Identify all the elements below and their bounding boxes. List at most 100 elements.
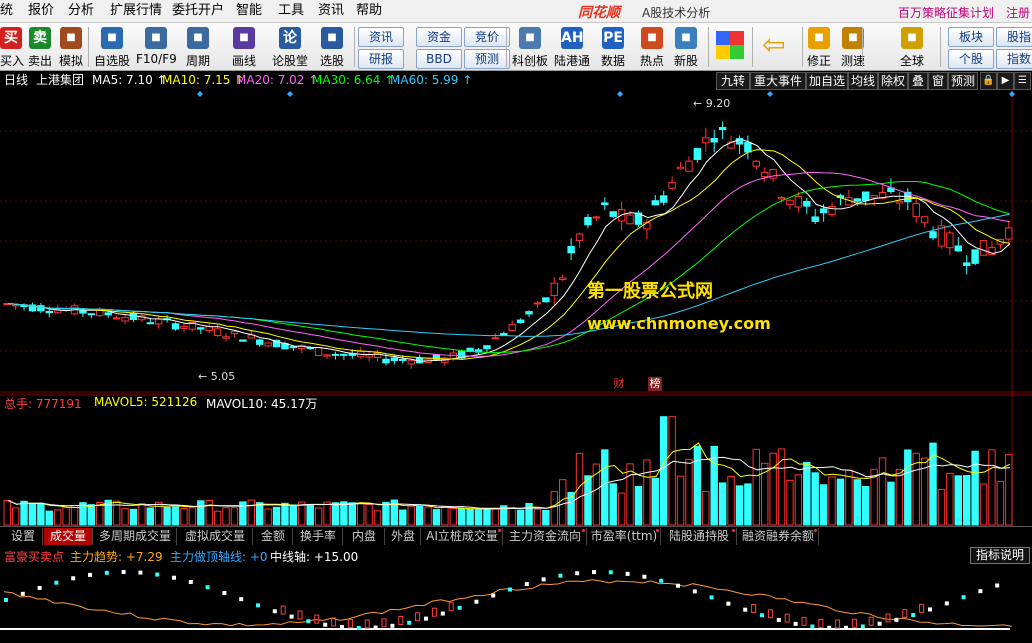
menu-6[interactable]: 工具 <box>278 3 304 19</box>
signal-dot <box>726 601 731 606</box>
toolbar-7-button[interactable]: 论论股堂 <box>270 23 310 70</box>
candle-body <box>197 327 205 330</box>
volume-bar <box>129 508 138 526</box>
quick-button-5[interactable]: 预测 <box>464 49 510 69</box>
tab-10[interactable]: 市盈率(ttm) <box>588 528 661 545</box>
promo-link[interactable]: 百万策略征集计划 <box>898 4 994 21</box>
quick-button-1[interactable]: 资金 <box>416 27 462 47</box>
quick-button-9[interactable]: 指数 <box>996 49 1032 69</box>
menu-4[interactable]: 委托开户 <box>172 3 224 19</box>
menu-5[interactable]: 智能 <box>236 3 262 19</box>
quick-button-2[interactable]: 竞价 <box>464 27 510 47</box>
layout-grid-icon[interactable] <box>716 31 744 59</box>
menu-7[interactable]: 资讯 <box>318 3 344 19</box>
candle-body <box>222 336 230 339</box>
toolbar-1-button[interactable]: 卖卖出 <box>26 23 54 70</box>
signal-dot <box>877 621 882 626</box>
tab-1[interactable]: 成交量 <box>44 528 93 545</box>
volume-bar <box>213 510 222 526</box>
tab-0[interactable]: 设置 <box>4 528 43 545</box>
candle-body <box>171 323 180 330</box>
menu-2[interactable]: 分析 <box>68 3 94 19</box>
chart-button-6[interactable]: 窗 <box>928 72 948 90</box>
toolbar-9-button[interactable]: ■ 科创板 <box>510 23 550 70</box>
clock-icon: ■ <box>187 27 209 49</box>
menu-8[interactable]: 帮助 <box>356 3 382 19</box>
menu-icon[interactable]: ☰ <box>1014 72 1031 90</box>
tab-12[interactable]: 融资融券余额 <box>738 528 819 545</box>
chart-button-7[interactable]: 预测 <box>948 72 978 90</box>
tab-6[interactable]: 内盘 <box>344 528 385 545</box>
rank-tag[interactable]: 榜 <box>648 377 662 391</box>
toolbar-0-button[interactable]: 买买入 <box>0 23 24 70</box>
lock-icon[interactable]: 🔒 <box>980 72 997 90</box>
toolbar-14-button[interactable]: ■ 修正 <box>806 23 832 70</box>
tab-7[interactable]: 外盘 <box>386 528 421 545</box>
tab-4[interactable]: 金额 <box>254 528 293 545</box>
toolbar-4-button[interactable]: ■ F10/F9 <box>136 23 177 70</box>
tab-9[interactable]: 主力资金流向 <box>504 528 587 545</box>
tab-8[interactable]: AI立桩成交量 <box>422 528 503 545</box>
chart-button-1[interactable]: 重大事件 <box>750 72 806 90</box>
event-marker-icon <box>1009 91 1015 97</box>
buy-signal-bar <box>851 618 857 628</box>
volume-bar <box>121 508 129 526</box>
quick-button-6[interactable]: 板块 <box>948 27 994 47</box>
toolbar-3-button[interactable]: ■ 自选股 <box>92 23 132 70</box>
tab-2[interactable]: 多周期成交量 <box>94 528 177 545</box>
toolbar-15-button[interactable]: ■ 测速 <box>836 23 870 70</box>
toolbar-16-button[interactable]: ■ 全球 <box>896 23 928 70</box>
volume-bar <box>3 499 11 526</box>
toolbar-12-button[interactable]: ■ 热点 <box>636 23 668 70</box>
toolbar-13-button[interactable]: ■ 新股 <box>670 23 702 70</box>
register-link[interactable]: 注册 <box>1006 4 1030 21</box>
chart-button-4[interactable]: 除权 <box>878 72 908 90</box>
toolbar-6-button[interactable]: ■ 画线 <box>224 23 264 70</box>
volume-bar <box>609 483 617 526</box>
volume-bar <box>516 509 525 526</box>
candle-body <box>870 195 878 199</box>
tab-3[interactable]: 虚拟成交量 <box>178 528 253 545</box>
toolbar-11-button[interactable]: PE 数据 <box>594 23 632 70</box>
toolbar-2-button[interactable]: ■ 模拟 <box>56 23 86 70</box>
chart-button-5[interactable]: 叠 <box>908 72 928 90</box>
menu-1[interactable]: 报价 <box>28 3 54 19</box>
chart-button-0[interactable]: 九转 <box>716 72 750 90</box>
period-label[interactable]: 日线 <box>4 73 28 87</box>
back-arrow-icon[interactable]: ⇦ <box>762 31 792 59</box>
quick-button-3[interactable]: 研报 <box>358 49 404 69</box>
chart-button-3[interactable]: 均线 <box>848 72 878 90</box>
toolbar-5-button[interactable]: ■ 周期 <box>180 23 216 70</box>
signal-dot <box>440 611 445 616</box>
chart-icon: ■ <box>519 27 541 49</box>
chart-button-2[interactable]: 加自选 <box>806 72 848 90</box>
candle-body <box>559 277 567 280</box>
candle-body <box>525 311 533 315</box>
volume-bar <box>28 503 37 526</box>
tab-5[interactable]: 换手率 <box>294 528 343 545</box>
toolbar-10-button[interactable]: AH 陆港通 <box>552 23 592 70</box>
signal-dot <box>659 578 664 583</box>
indicator-explain-button[interactable]: 指标说明 <box>970 547 1030 564</box>
ma-label-1: MA10: 7.15 ↑ <box>162 73 245 87</box>
volume-bar <box>163 506 171 526</box>
quick-button-0[interactable]: 资讯 <box>358 27 404 47</box>
arrow-right-icon[interactable]: ▶ <box>997 72 1014 90</box>
quick-button-7[interactable]: 股指 <box>996 27 1032 47</box>
kline-chart[interactable]: ← 9.20 ← 5.05 <box>0 89 1032 526</box>
candle-body <box>584 216 592 226</box>
menu-3[interactable]: 扩展行情 <box>110 3 162 19</box>
quick-button-4[interactable]: BBD <box>416 49 462 69</box>
candle-body <box>407 360 415 365</box>
volume-bar <box>887 481 895 526</box>
finance-tag[interactable]: 财 <box>612 377 626 391</box>
event-marker-icon <box>287 91 293 97</box>
indicator-chart[interactable] <box>0 563 1032 643</box>
toolbar-8-button[interactable]: ■ 选股 <box>314 23 350 70</box>
menu-0[interactable]: 统 <box>0 3 13 19</box>
tab-11[interactable]: 陆股通持股 <box>662 528 737 545</box>
signal-dot <box>239 597 244 602</box>
volume-bar <box>306 504 314 526</box>
candle-body <box>895 200 904 204</box>
quick-button-8[interactable]: 个股 <box>948 49 994 69</box>
